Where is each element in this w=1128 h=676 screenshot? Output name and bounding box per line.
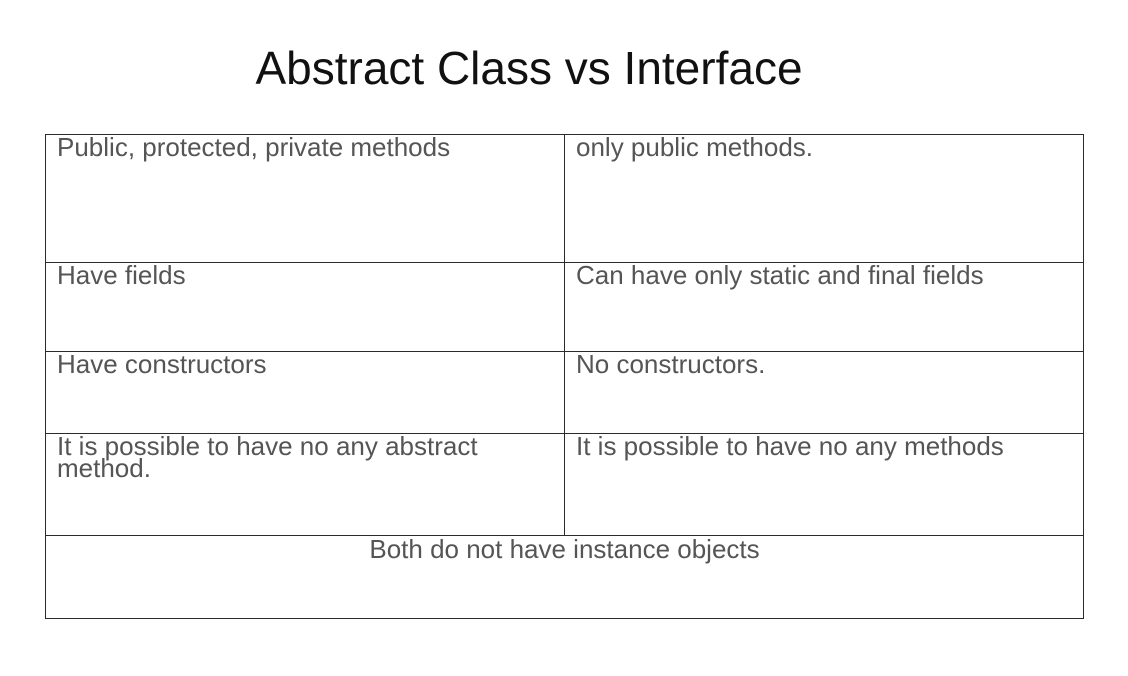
cell-text: Public, protected, private methods (57, 134, 451, 162)
slide-title: Abstract Class vs Interface (255, 42, 803, 94)
interface-cell: No constructors. (564, 351, 1084, 434)
cell-text: only public methods. (576, 134, 814, 162)
comparison-table: Public, protected, private methods only … (45, 134, 1084, 619)
table-row: Have constructors No constructors. (45, 351, 1084, 434)
abstract-class-cell: It is possible to have no any abstract m… (45, 433, 565, 536)
shared-property-cell: Both do not have instance objects (45, 535, 1084, 619)
interface-cell: only public methods. (564, 134, 1084, 263)
cell-text: It is possible to have no any methods (576, 433, 1004, 461)
cell-text: Have fields (57, 262, 186, 290)
cell-text: Both do not have instance objects (369, 535, 760, 564)
table-row: Both do not have instance objects (45, 535, 1084, 619)
cell-text: Can have only static and final fields (576, 262, 984, 290)
interface-cell: It is possible to have no any methods (564, 433, 1084, 536)
cell-text: It is possible to have no any abstract m… (57, 433, 478, 483)
cell-text: Have constructors (57, 351, 267, 379)
abstract-class-cell: Public, protected, private methods (45, 134, 565, 263)
abstract-class-cell: Have constructors (45, 351, 565, 434)
cell-text: No constructors. (576, 351, 766, 379)
table-row: It is possible to have no any abstract m… (45, 433, 1084, 536)
abstract-class-cell: Have fields (45, 262, 565, 352)
table-row: Have fields Can have only static and fin… (45, 262, 1084, 352)
interface-cell: Can have only static and final fields (564, 262, 1084, 352)
table-row: Public, protected, private methods only … (45, 134, 1084, 263)
